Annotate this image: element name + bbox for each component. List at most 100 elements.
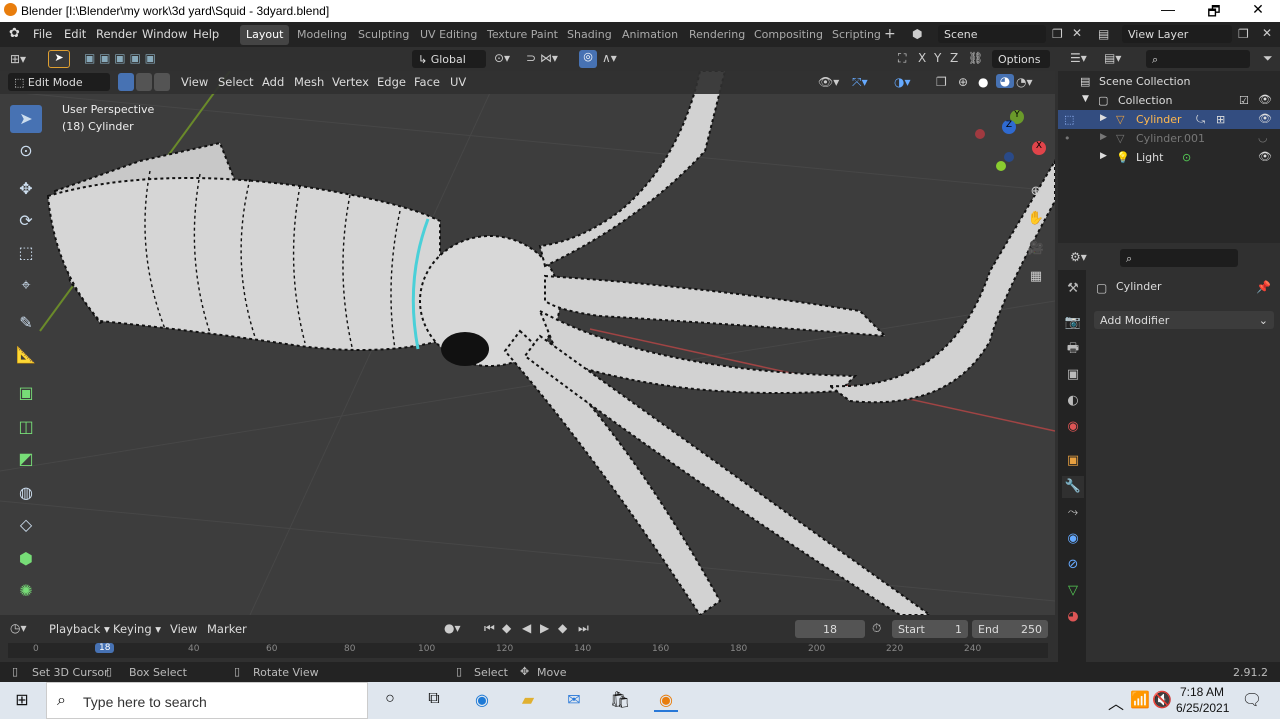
pan-hand-icon[interactable]: ✋ xyxy=(1026,211,1046,226)
menu-render[interactable]: Render xyxy=(96,27,137,41)
pivot-point-icon[interactable]: ⊙▾ xyxy=(494,51,510,65)
modifier-tab-icon[interactable]: 🔧 xyxy=(1062,476,1084,498)
store-icon[interactable]: 🛍 xyxy=(608,690,632,712)
viewport-scene[interactable] xyxy=(0,71,1055,615)
notifications-icon[interactable]: 🗨 xyxy=(1240,690,1264,712)
play-reverse-icon[interactable]: ◀ xyxy=(522,621,531,635)
3d-viewport[interactable]: ⬚ Edit Mode View Select Add Mesh Vertex … xyxy=(0,71,1055,615)
tab-modeling[interactable]: Modeling xyxy=(291,25,353,45)
clock-time[interactable]: 7:18 AM xyxy=(1180,685,1224,699)
menu-add[interactable]: Add xyxy=(262,75,284,89)
blender-taskbar-icon[interactable]: ◉ xyxy=(654,690,678,712)
bevel-tool[interactable]: ◩ xyxy=(10,445,42,473)
view-layer-selector[interactable]: View Layer xyxy=(1122,25,1232,43)
menu-select[interactable]: Select xyxy=(218,75,253,89)
measure-tool[interactable]: 📐 xyxy=(10,341,42,369)
menu-timeline-view[interactable]: View xyxy=(170,622,197,636)
navigation-gizmo[interactable]: Y Z X xyxy=(970,106,1050,186)
play-icon[interactable]: ▶ xyxy=(540,621,549,635)
overlay-toggle-icon[interactable]: ◑▾ xyxy=(894,75,911,89)
menu-window[interactable]: Window xyxy=(142,27,187,41)
menu-uv[interactable]: UV xyxy=(450,75,466,89)
scene-remove-icon[interactable]: ✕ xyxy=(1072,26,1082,40)
add-workspace-icon[interactable]: + xyxy=(884,26,896,42)
outliner-item-cylinder[interactable]: ⬚ ▶ ▽ Cylinder ⤿ ⊞ 👁 xyxy=(1058,110,1280,129)
next-keyframe-icon[interactable]: ◆ xyxy=(558,621,567,635)
tab-scripting[interactable]: Scripting xyxy=(826,25,887,45)
edge-select-button[interactable] xyxy=(136,73,152,91)
menu-marker[interactable]: Marker xyxy=(207,622,247,636)
collection-row[interactable]: ▼ ▢ Collection ☑ 👁 xyxy=(1058,91,1280,110)
data-tab-icon[interactable]: ▽ xyxy=(1062,580,1084,602)
expand-arrow-icon[interactable]: ▶ xyxy=(1100,132,1107,142)
menu-edge[interactable]: Edge xyxy=(377,75,406,89)
tab-animation[interactable]: Animation xyxy=(616,25,684,45)
physics-tab-icon[interactable]: ◉ xyxy=(1062,528,1084,550)
expand-arrow-icon[interactable]: ▶ xyxy=(1100,113,1107,123)
frame-ruler[interactable]: 0 18 40 60 80 100 120 140 160 180 200 22… xyxy=(8,643,1048,658)
mirror-z-toggle[interactable]: Z xyxy=(950,51,958,65)
menu-playback[interactable]: Playback ▾ xyxy=(49,622,110,636)
add-modifier-dropdown[interactable]: Add Modifier ⌄ xyxy=(1094,311,1274,329)
gizmo-x-circle[interactable]: X xyxy=(1032,141,1046,155)
pin-icon[interactable]: 📌 xyxy=(1256,280,1271,294)
loop-cut-tool[interactable]: ◍ xyxy=(10,479,42,507)
poly-build-tool[interactable]: ⬢ xyxy=(10,545,42,573)
outliner-editor-icon[interactable]: ☰▾ xyxy=(1070,51,1087,65)
edit-mode-indicator-icon[interactable]: ⬚ xyxy=(1064,113,1074,126)
properties-search[interactable]: ⌕ xyxy=(1120,249,1238,267)
gizmo-z-circle[interactable]: Z xyxy=(1002,120,1016,134)
select-box-tool[interactable]: ➤ xyxy=(10,105,42,133)
visibility-eye-icon[interactable]: 👁 xyxy=(1258,150,1272,163)
menu-mesh[interactable]: Mesh xyxy=(294,75,324,89)
cortana-icon[interactable]: ○ xyxy=(378,690,402,712)
view-layer-remove-icon[interactable]: ✕ xyxy=(1262,26,1272,40)
proportional-edit-button[interactable]: ◎ xyxy=(579,50,597,68)
current-frame-field[interactable]: 18 xyxy=(795,620,865,638)
task-view-icon[interactable]: ⧉ xyxy=(422,690,446,712)
zoom-icon[interactable]: ⊕ xyxy=(1026,184,1046,199)
menu-vertex[interactable]: Vertex xyxy=(332,75,369,89)
extrude-tool[interactable]: ▣ xyxy=(10,379,42,407)
close-button[interactable]: ✕ xyxy=(1238,1,1278,18)
scene-duplicate-icon[interactable]: ❐ xyxy=(1052,27,1063,41)
outliner-search[interactable]: ⌕ xyxy=(1146,50,1250,68)
current-frame-marker[interactable]: 18 xyxy=(95,643,115,653)
select-tool-button[interactable]: ➤ xyxy=(48,50,70,68)
editor-type-icon[interactable]: ⊞▾ xyxy=(10,52,26,66)
mirror-options-icon[interactable]: ⛶ xyxy=(898,51,906,66)
scale-tool[interactable]: ⬚ xyxy=(10,239,42,267)
menu-keying[interactable]: Keying ▾ xyxy=(113,622,161,636)
spin-tool[interactable]: ✺ xyxy=(10,577,42,605)
falloff-icon[interactable]: ∧▾ xyxy=(602,51,617,65)
mode-dropdown[interactable]: ⬚ Edit Mode xyxy=(8,73,110,91)
visibility-selectability-icon[interactable]: 👁▾ xyxy=(818,75,839,89)
output-tab-icon[interactable]: 🖶 xyxy=(1062,338,1084,360)
gizmo-neg-x-circle[interactable] xyxy=(975,129,985,139)
mirror-y-toggle[interactable]: Y xyxy=(934,51,941,65)
preview-range-icon[interactable]: ⏱ xyxy=(872,621,881,636)
file-explorer-icon[interactable]: ▰ xyxy=(516,690,540,712)
taskbar-search-box[interactable]: ⌕ Type here to search xyxy=(46,682,368,719)
mail-icon[interactable]: ✉ xyxy=(562,690,586,712)
menu-edit[interactable]: Edit xyxy=(64,27,86,41)
scene-selector[interactable]: Scene xyxy=(938,25,1046,43)
start-frame-field[interactable]: Start 1 xyxy=(892,620,968,638)
tab-rendering[interactable]: Rendering xyxy=(683,25,751,45)
hidden-eye-icon[interactable]: ◡ xyxy=(1258,131,1268,144)
scene-tab-icon[interactable]: ◐ xyxy=(1062,390,1084,412)
view-layer-duplicate-icon[interactable]: ❐ xyxy=(1238,27,1249,41)
knife-tool[interactable]: ◇ xyxy=(10,511,42,539)
transform-tool[interactable]: ⌖ xyxy=(10,271,42,299)
expand-arrow-icon[interactable]: ▼ xyxy=(1082,94,1089,104)
view-layer-icon[interactable]: ▤ xyxy=(1098,27,1109,41)
rotate-tool[interactable]: ⟳ xyxy=(10,207,42,235)
tab-texture-paint[interactable]: Texture Paint xyxy=(481,25,564,45)
ortho-toggle-icon[interactable]: ▦ xyxy=(1026,269,1046,284)
transform-orientation-dropdown[interactable]: ↳ Global xyxy=(412,50,486,68)
display-mode-icon[interactable]: ▤▾ xyxy=(1104,51,1121,65)
material-tab-icon[interactable]: ◕ xyxy=(1062,606,1084,628)
timeline-editor-icon[interactable]: ◷▾ xyxy=(10,621,27,635)
move-tool[interactable]: ✥ xyxy=(10,175,42,203)
outliner-item-cylinder-001[interactable]: • ▶ ▽ Cylinder.001 ◡ xyxy=(1058,129,1280,148)
